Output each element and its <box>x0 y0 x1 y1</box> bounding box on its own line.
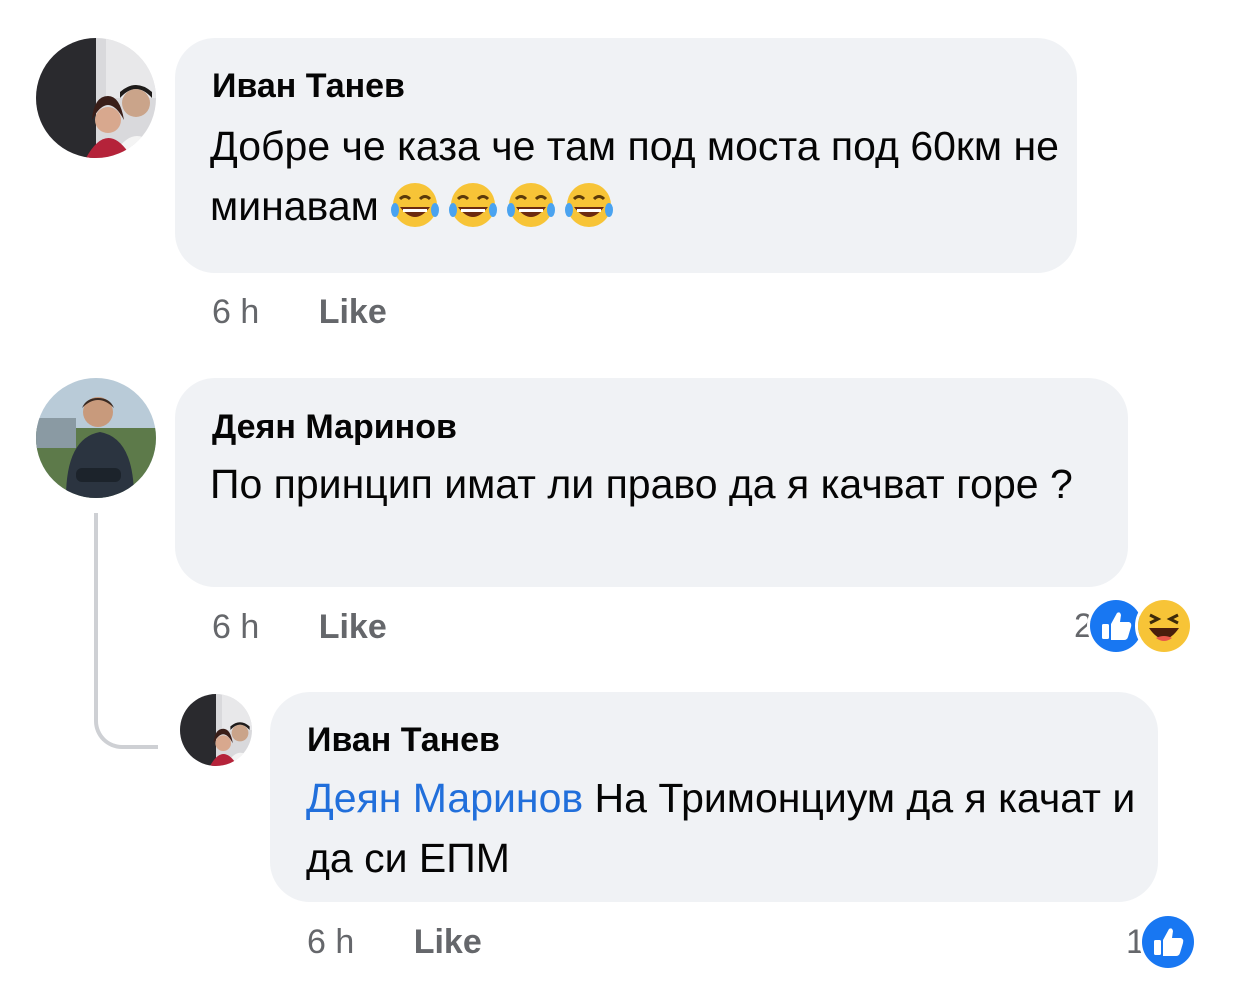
comment-text-1-body: Добре че каза че там под моста под 60км … <box>210 123 1059 229</box>
comment-meta-1: 6 h Like <box>212 292 387 332</box>
reply-author[interactable]: Иван Танев <box>307 720 500 760</box>
avatar-ivan-tanev[interactable] <box>36 38 156 158</box>
laughing-crying-emoji-icon <box>564 180 614 230</box>
laughing-crying-emoji-icon <box>448 180 498 230</box>
comment-text-1: Добре че каза че там под моста под 60км … <box>210 116 1060 236</box>
reactions-summary-2[interactable]: 2 <box>1074 597 1193 655</box>
reply-text: Деян Маринов На Тримонциум да я качат и … <box>306 768 1146 888</box>
avatar-deyan-marinov[interactable] <box>36 378 156 498</box>
comment-author-2[interactable]: Деян Маринов <box>212 407 457 447</box>
reply-time[interactable]: 6 h <box>307 922 354 962</box>
avatar-ivan-tanev-reply[interactable] <box>180 694 252 766</box>
like-button-1[interactable]: Like <box>319 292 387 332</box>
like-button-2[interactable]: Like <box>319 607 387 647</box>
laughing-crying-emoji-icon <box>506 180 556 230</box>
like-icon <box>1138 913 1197 971</box>
comment-meta-2: 6 h Like <box>212 607 387 647</box>
haha-icon <box>1134 597 1193 655</box>
comment-time-1[interactable]: 6 h <box>212 292 259 332</box>
comment-author-1[interactable]: Иван Танев <box>212 66 405 106</box>
reply-meta: 6 h Like <box>307 922 482 962</box>
mention-link[interactable]: Деян Маринов <box>306 775 583 821</box>
laughing-emojis <box>390 183 622 229</box>
like-button-reply[interactable]: Like <box>414 922 482 962</box>
laughing-crying-emoji-icon <box>390 180 440 230</box>
thread-connector-line <box>94 513 158 749</box>
comment-text-2: По принцип имат ли право да я качват гор… <box>210 461 1073 507</box>
comment-time-2[interactable]: 6 h <box>212 607 259 647</box>
reactions-summary-reply[interactable]: 1 <box>1126 913 1197 971</box>
